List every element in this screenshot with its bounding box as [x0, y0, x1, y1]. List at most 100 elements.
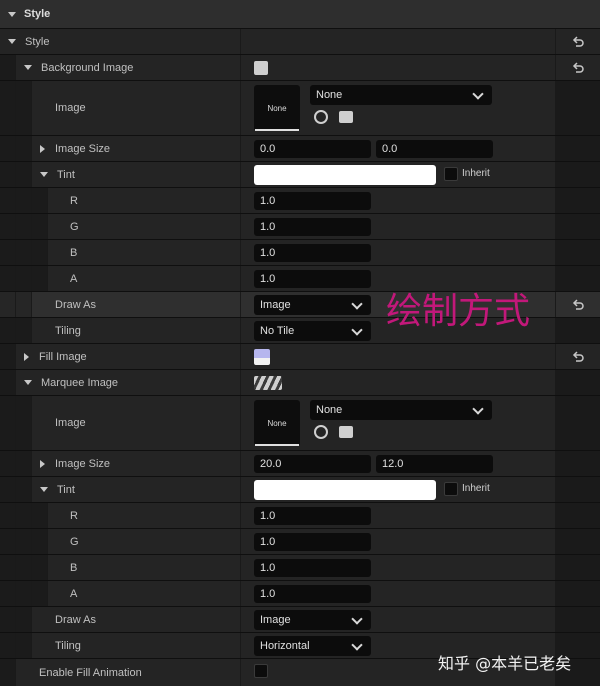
row-draw-as: Draw As Image — [0, 607, 600, 633]
expand-arrow-icon[interactable] — [40, 144, 45, 153]
row-style: Style — [0, 29, 600, 55]
field-value: 1.0 — [260, 273, 276, 285]
row-r: R 1.0 — [0, 188, 600, 214]
row-label: Tint — [57, 483, 75, 496]
field-value: 1.0 — [260, 588, 276, 600]
image-asset-dropdown[interactable]: None — [310, 400, 492, 420]
row-label: Tint — [57, 168, 75, 181]
row-image-size: Image Size 0.0 0.0 — [0, 136, 600, 162]
row-image-size: Image Size 20.0 12.0 — [0, 451, 600, 477]
combo-value: None — [316, 404, 343, 416]
image-size-y-field[interactable]: 0.0 — [376, 140, 493, 158]
expand-arrow-icon[interactable] — [40, 172, 48, 177]
field-value: 1.0 — [260, 221, 276, 233]
chevron-down-icon — [351, 613, 363, 625]
reset-icon — [572, 61, 584, 73]
row-image: Image None None — [0, 396, 600, 451]
combo-value: None — [316, 89, 343, 101]
tiling-dropdown[interactable]: No Tile — [254, 321, 371, 341]
r-field[interactable]: 1.0 — [254, 507, 371, 525]
row-label: R — [70, 194, 78, 207]
row-label: Background Image — [41, 61, 134, 74]
row-image: Image None None — [0, 81, 600, 136]
inherit-label: Inherit — [462, 483, 490, 494]
image-size-x-field[interactable]: 20.0 — [254, 455, 371, 473]
expand-arrow-icon[interactable] — [24, 380, 32, 385]
g-field[interactable]: 1.0 — [254, 218, 371, 236]
field-value: 1.0 — [260, 536, 276, 548]
row-r: R 1.0 — [0, 503, 600, 529]
draw-as-dropdown[interactable]: Image — [254, 610, 371, 630]
a-field[interactable]: 1.0 — [254, 270, 371, 288]
style-category-header[interactable]: Style — [0, 0, 600, 29]
row-label: Fill Image — [39, 350, 87, 363]
row-label: Image — [55, 417, 86, 429]
r-field[interactable]: 1.0 — [254, 192, 371, 210]
reset-icon — [572, 35, 584, 47]
expand-arrow-icon[interactable] — [40, 487, 48, 492]
b-field[interactable]: 1.0 — [254, 559, 371, 577]
thumbnail-text: None — [267, 103, 287, 113]
reset-to-default-button[interactable] — [556, 344, 600, 369]
row-label: G — [70, 535, 79, 548]
field-value: 20.0 — [260, 458, 282, 470]
a-field[interactable]: 1.0 — [254, 585, 371, 603]
field-value: 0.0 — [382, 143, 398, 155]
row-tint: Tint Inherit — [0, 162, 600, 188]
image-thumbnail[interactable]: None — [254, 400, 300, 446]
image-asset-dropdown[interactable]: None — [310, 85, 492, 105]
row-label: R — [70, 509, 78, 522]
expand-arrow-icon[interactable] — [24, 65, 32, 70]
row-label: Marquee Image — [41, 376, 119, 389]
row-g: G 1.0 — [0, 529, 600, 555]
row-a: A 1.0 — [0, 581, 600, 607]
row-label: B — [70, 246, 78, 259]
reset-to-default-button[interactable] — [556, 55, 600, 80]
inherit-checkbox[interactable] — [444, 167, 458, 181]
inherit-checkbox[interactable] — [444, 482, 458, 496]
expand-arrow-icon[interactable] — [8, 39, 16, 44]
reset-to-default-button[interactable] — [556, 292, 600, 317]
fill-image-swatch[interactable] — [254, 349, 270, 365]
image-size-x-field[interactable]: 0.0 — [254, 140, 371, 158]
row-label: Image Size — [55, 457, 111, 470]
combo-value: Image — [260, 299, 291, 311]
field-value: 1.0 — [260, 510, 276, 522]
watermark: 知乎 @本羊已老矣 — [438, 654, 572, 673]
annotation-label: 绘制方式 — [386, 291, 531, 332]
field-value: 0.0 — [260, 143, 276, 155]
reset-to-default-button[interactable] — [556, 29, 600, 54]
row-label: Tiling — [55, 324, 81, 337]
marquee-image-swatch[interactable] — [254, 376, 282, 390]
use-selected-asset-icon[interactable] — [314, 425, 328, 439]
thumbnail-text: None — [267, 418, 287, 428]
image-size-y-field[interactable]: 12.0 — [376, 455, 493, 473]
chevron-down-icon — [351, 324, 363, 336]
tint-color-swatch[interactable] — [254, 165, 436, 185]
row-b: B 1.0 — [0, 240, 600, 266]
reset-icon — [572, 350, 584, 362]
reset-icon — [572, 298, 584, 310]
chevron-down-icon — [351, 298, 363, 310]
row-label: Draw As — [55, 298, 96, 311]
browse-folder-icon[interactable] — [339, 426, 353, 438]
tiling-dropdown[interactable]: Horizontal — [254, 636, 371, 656]
g-field[interactable]: 1.0 — [254, 533, 371, 551]
collapse-arrow-icon[interactable] — [8, 11, 16, 17]
use-selected-asset-icon[interactable] — [314, 110, 328, 124]
draw-as-dropdown[interactable]: Image — [254, 295, 371, 315]
field-value: 12.0 — [382, 458, 404, 470]
row-marquee-image: Marquee Image — [0, 370, 600, 396]
enable-fill-animation-checkbox[interactable] — [254, 664, 268, 678]
browse-folder-icon[interactable] — [339, 111, 353, 123]
row-label: Draw As — [55, 613, 96, 626]
b-field[interactable]: 1.0 — [254, 244, 371, 262]
expand-arrow-icon[interactable] — [40, 459, 45, 468]
expand-arrow-icon[interactable] — [24, 352, 29, 361]
row-g: G 1.0 — [0, 214, 600, 240]
background-image-swatch[interactable] — [254, 61, 268, 75]
inherit-label: Inherit — [462, 168, 490, 179]
field-value: 1.0 — [260, 195, 276, 207]
image-thumbnail[interactable]: None — [254, 85, 300, 131]
tint-color-swatch[interactable] — [254, 480, 436, 500]
